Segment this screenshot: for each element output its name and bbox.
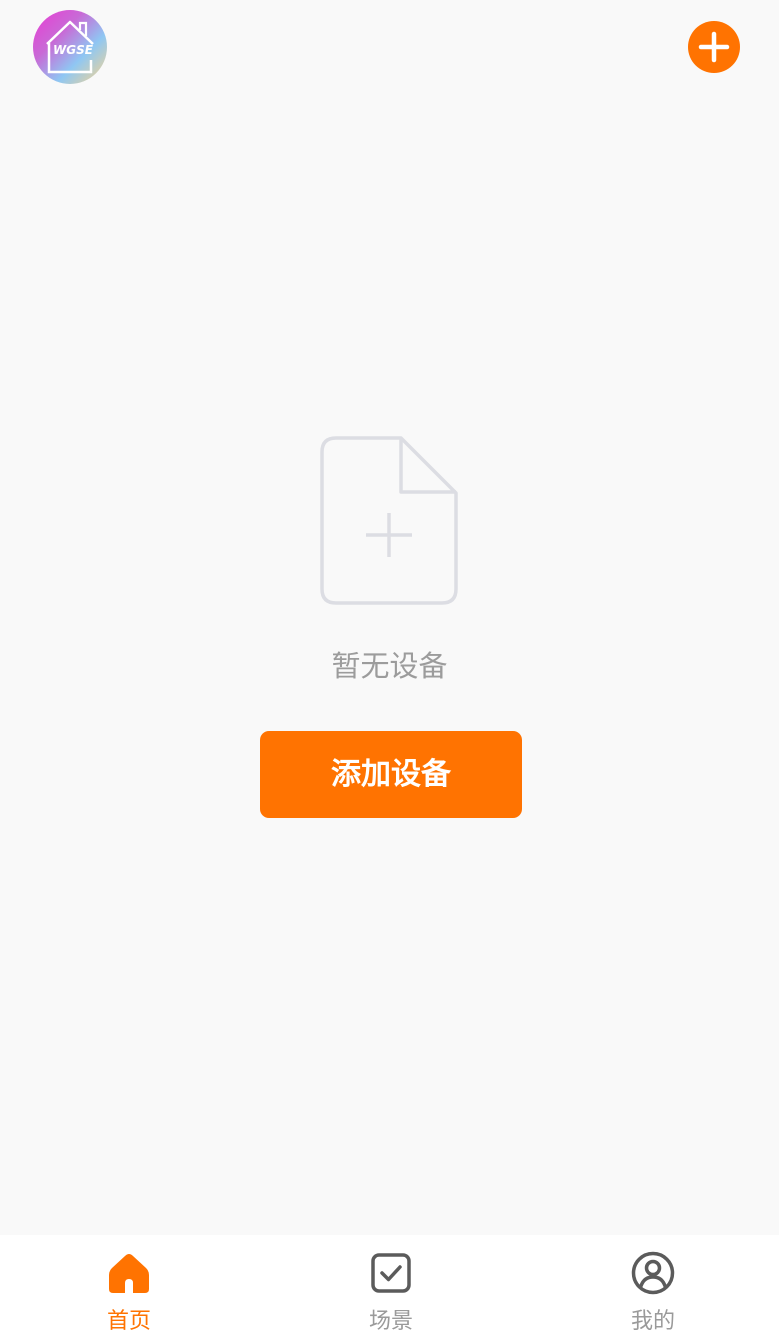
logo-text: WGSE	[53, 43, 94, 57]
tab-home-label: 首页	[106, 1309, 151, 1334]
tab-mine[interactable]: 我的	[553, 1235, 753, 1337]
home-icon	[109, 1254, 149, 1293]
user-circle-icon	[631, 1251, 675, 1295]
tab-home[interactable]: 首页	[29, 1235, 229, 1337]
tab-scene[interactable]: 场景	[291, 1235, 491, 1337]
tab-mine-label: 我的	[630, 1309, 675, 1334]
file-add-icon	[319, 436, 459, 610]
home-screen: WGSE 暂无设备 添加设备 首页 场景 我的	[0, 0, 779, 1337]
checkbox-icon	[371, 1253, 411, 1293]
bottom-tabbar: 首页 场景 我的	[0, 1235, 779, 1337]
add-device-top-button[interactable]	[688, 21, 740, 73]
empty-message: 暂无设备	[331, 649, 448, 683]
plus-icon	[698, 31, 730, 63]
add-device-button[interactable]: 添加设备	[260, 731, 522, 818]
app-logo: WGSE	[33, 10, 107, 84]
tab-scene-label: 场景	[368, 1309, 413, 1334]
svg-text:WGSE: WGSE	[53, 43, 94, 57]
